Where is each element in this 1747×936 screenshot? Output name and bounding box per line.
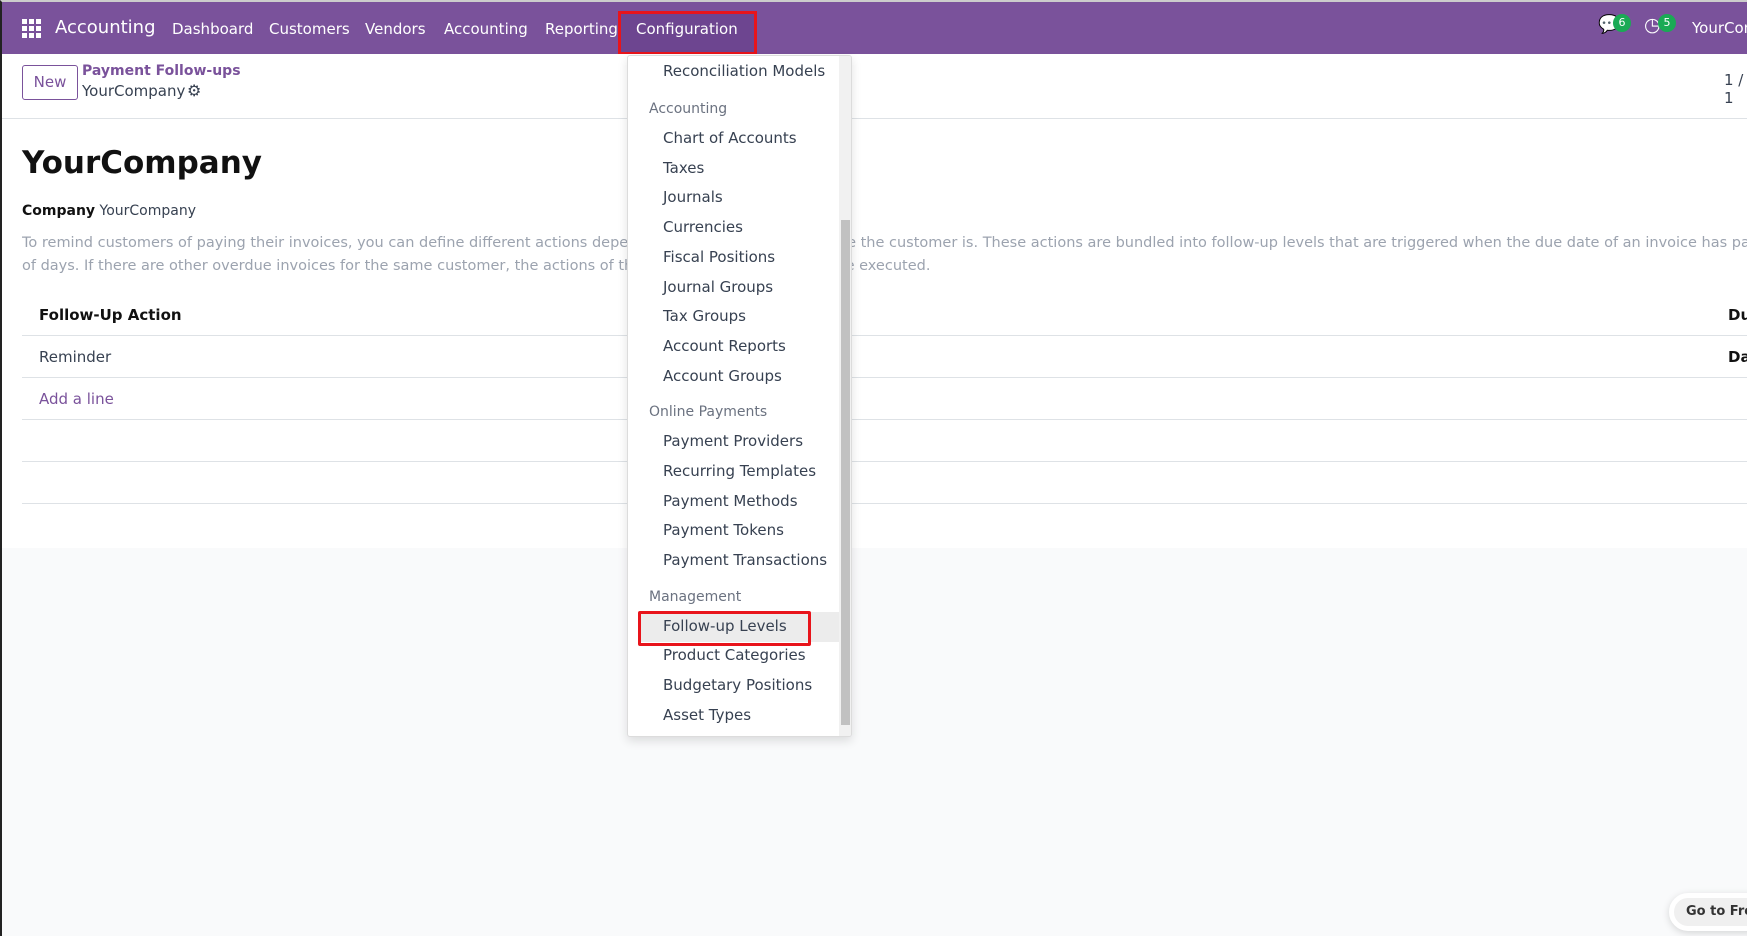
menu-configuration[interactable]: Configuration	[636, 20, 738, 38]
top-navbar: Accounting Dashboard Customers Vendors A…	[2, 2, 1747, 55]
menu-item[interactable]: Payment Transactions	[663, 551, 827, 569]
menu-item[interactable]: Currencies	[663, 218, 743, 236]
dropdown-scrollbar-thumb[interactable]	[841, 220, 850, 725]
menu-item[interactable]: Payment Providers	[663, 432, 803, 450]
menu-item[interactable]: Asset Types	[663, 706, 751, 724]
activities-badge: 5	[1658, 14, 1676, 32]
description-line-2: of days. If there are other overdue invo…	[22, 258, 931, 274]
menu-item[interactable]: Recurring Templates	[663, 462, 816, 480]
gear-icon[interactable]: ⚙	[187, 81, 201, 100]
breadcrumb-parent[interactable]: Payment Follow-ups	[82, 63, 241, 79]
menu-item[interactable]: Product Categories	[663, 646, 806, 664]
menu-accounting[interactable]: Accounting	[444, 20, 528, 38]
table-row[interactable]: Reminder	[22, 336, 1747, 378]
menu-item[interactable]: Account Groups	[663, 367, 782, 385]
apps-menu-icon[interactable]	[22, 19, 41, 38]
col-action[interactable]: Follow-Up Action	[39, 306, 182, 324]
table-header: Follow-Up ActionDue Days	[22, 294, 1747, 366]
menu-item-reconciliation-models[interactable]: Reconciliation Models	[663, 62, 825, 80]
follow-up-table: Follow-Up ActionDue Days Reminder Add a …	[22, 294, 1747, 504]
menu-item[interactable]: Account Reports	[663, 337, 786, 355]
menu-item[interactable]: Journals	[663, 188, 723, 206]
company-value[interactable]: YourCompany	[100, 203, 197, 219]
menu-item[interactable]: Tax Groups	[663, 307, 746, 325]
company-switcher[interactable]: YourCompany	[1692, 19, 1747, 37]
company-label: Company	[22, 203, 96, 219]
section-accounting: Accounting	[649, 101, 728, 117]
app-brand[interactable]: Accounting	[55, 17, 156, 38]
messages-badge: 6	[1613, 14, 1631, 32]
empty-row	[22, 462, 1747, 504]
menu-item[interactable]: Budgetary Positions	[663, 676, 812, 694]
pager[interactable]: 1 / 1	[1724, 71, 1747, 107]
new-button[interactable]: New	[22, 65, 78, 100]
menu-item[interactable]: Payment Methods	[663, 492, 798, 510]
record-title: YourCompany	[22, 145, 262, 181]
description: To remind customers of paying their invo…	[22, 232, 1747, 278]
highlight-box-follow-up-levels	[638, 611, 811, 646]
menu-item[interactable]: Journal Groups	[663, 278, 773, 296]
menu-item[interactable]: Fiscal Positions	[663, 248, 775, 266]
empty-row	[22, 420, 1747, 462]
menu-item[interactable]: Taxes	[663, 159, 704, 177]
menu-vendors[interactable]: Vendors	[365, 20, 426, 38]
section-management: Management	[649, 589, 742, 605]
company-field: Company YourCompany	[22, 203, 196, 219]
menu-item[interactable]: Chart of Accounts	[663, 129, 797, 147]
go-to-frontend-button[interactable]: Go to Frontend	[1669, 893, 1747, 931]
menu-reporting[interactable]: Reporting	[545, 20, 618, 38]
menu-dashboard[interactable]: Dashboard	[172, 20, 253, 38]
breadcrumb-current: YourCompany	[82, 82, 186, 100]
section-online-payments: Online Payments	[649, 404, 768, 420]
control-panel: New Payment Follow-ups YourCompany ⚙ 1 /…	[2, 54, 1747, 119]
menu-item[interactable]: Payment Tokens	[663, 521, 784, 539]
menu-customers[interactable]: Customers	[269, 20, 350, 38]
form-sheet: YourCompany Company YourCompany To remin…	[2, 119, 1747, 548]
description-line-1: To remind customers of paying their invo…	[22, 235, 1747, 251]
add-line-link[interactable]: Add a line	[22, 378, 1747, 420]
